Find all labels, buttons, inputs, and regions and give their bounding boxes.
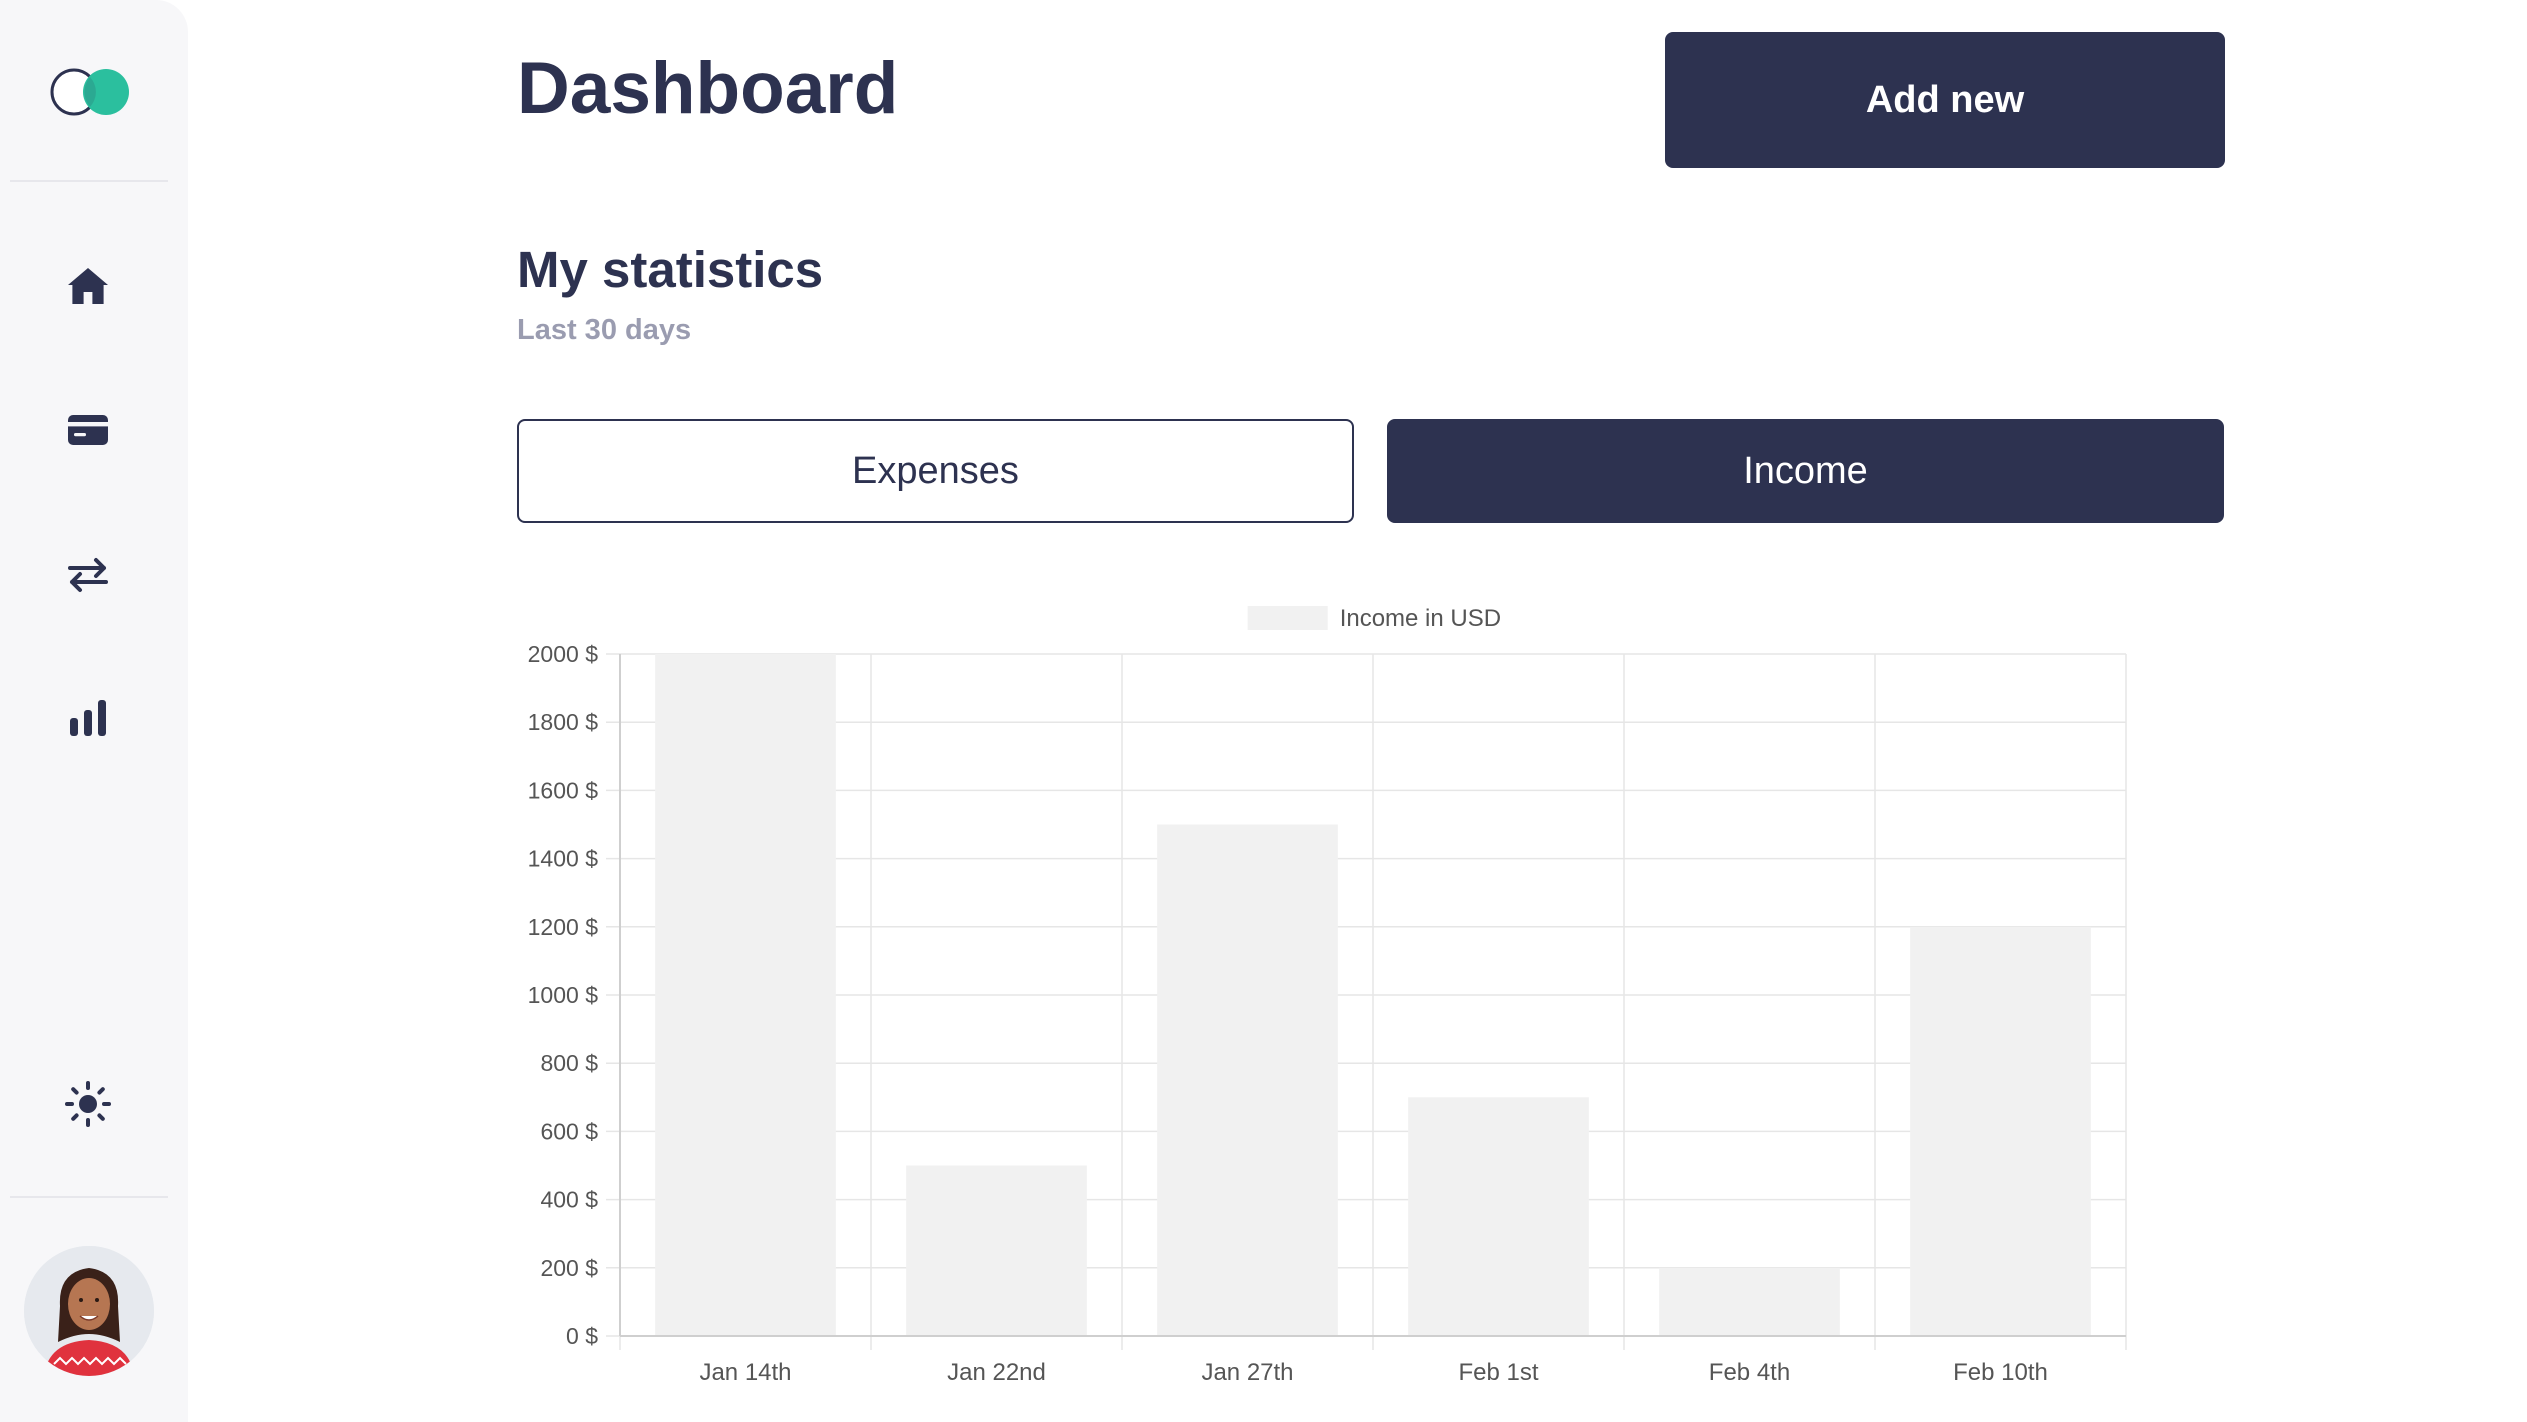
x-tick-label: Jan 27th xyxy=(1201,1359,1293,1386)
legend-label: Income in USD xyxy=(1340,605,1501,632)
x-tick-label: Feb 10th xyxy=(1953,1359,2048,1386)
section-subtitle: Last 30 days xyxy=(517,314,692,346)
page-title: Dashboard xyxy=(517,48,899,129)
y-tick-label: 600 $ xyxy=(540,1118,598,1144)
y-tick-label: 1800 $ xyxy=(528,709,599,735)
sidebar xyxy=(0,0,188,1422)
add-new-button[interactable]: Add new xyxy=(1665,32,2225,168)
y-tick-label: 0 $ xyxy=(566,1323,598,1349)
sun-icon xyxy=(65,1081,111,1127)
nav-transfers[interactable] xyxy=(54,540,122,608)
nav-statistics[interactable] xyxy=(54,684,122,752)
x-tick-label: Jan 22nd xyxy=(947,1359,1046,1386)
y-tick-label: 2000 $ xyxy=(528,641,599,667)
section-title: My statistics xyxy=(517,241,824,298)
y-tick-label: 800 $ xyxy=(540,1050,598,1076)
theme-toggle[interactable] xyxy=(54,1070,122,1138)
legend-swatch xyxy=(1247,606,1328,630)
y-tick-label: 200 $ xyxy=(540,1255,598,1281)
transfer-arrows-icon xyxy=(68,558,108,592)
nav-cards[interactable] xyxy=(54,396,122,464)
bar-chart-icon xyxy=(70,700,106,736)
income-bar-chart: 0 $ 200 $ 400 $ 600 $ 800 $ 1000 $ 1200 $ 1400 … xyxy=(528,605,2127,1386)
bar xyxy=(1910,926,2091,1336)
bar xyxy=(1659,1267,1840,1336)
x-tick-label: Feb 4th xyxy=(1709,1359,1790,1386)
y-tick-label: 400 $ xyxy=(540,1187,598,1213)
logo-icon[interactable] xyxy=(48,66,132,118)
home-icon xyxy=(68,268,108,304)
nav-home[interactable] xyxy=(54,252,122,320)
x-tick-label: Feb 1st xyxy=(1458,1359,1538,1386)
sidebar-divider xyxy=(10,180,168,182)
tab-expenses[interactable]: Expenses xyxy=(517,419,1354,523)
tab-income[interactable]: Income xyxy=(1387,419,2224,523)
bar xyxy=(1408,1097,1589,1336)
user-avatar[interactable] xyxy=(24,1246,154,1376)
y-tick-label: 1400 $ xyxy=(528,846,599,872)
y-tick-label: 1600 $ xyxy=(528,777,599,803)
y-tick-label: 1000 $ xyxy=(528,982,599,1008)
bar xyxy=(655,654,836,1336)
bar xyxy=(1157,824,1338,1336)
credit-card-icon xyxy=(68,415,108,445)
x-tick-label: Jan 14th xyxy=(699,1359,791,1386)
bar xyxy=(906,1165,1087,1336)
y-tick-label: 1200 $ xyxy=(528,914,599,940)
sidebar-divider xyxy=(10,1196,168,1198)
